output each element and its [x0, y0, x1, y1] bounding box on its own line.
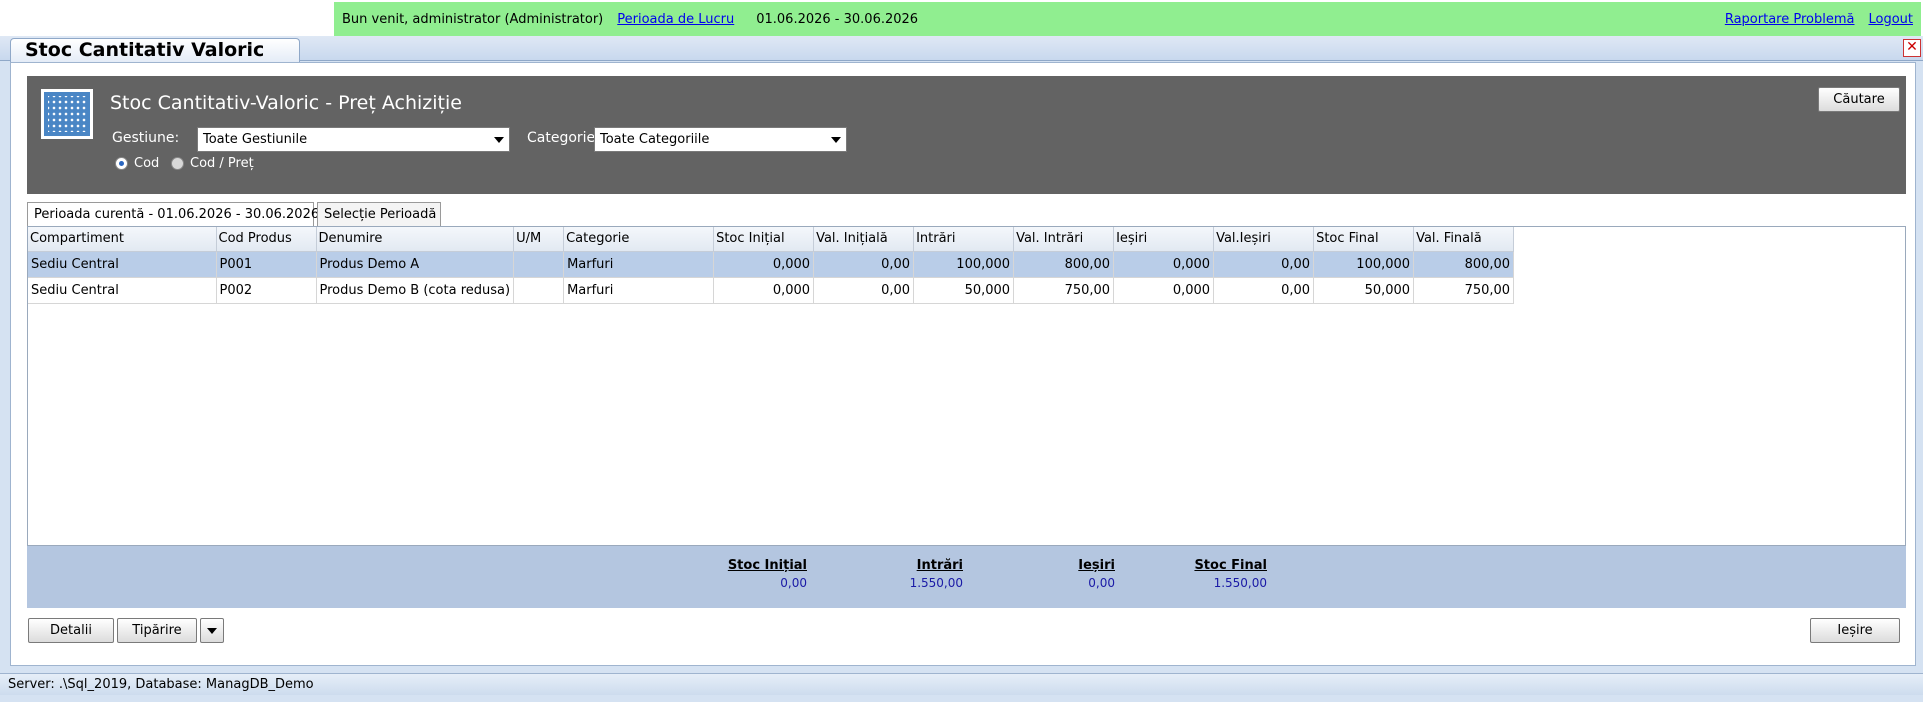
column-header[interactable]: Cod Produs	[216, 227, 317, 252]
cell-iesiri: 0,000	[1113, 251, 1215, 278]
total-iesiri: Ieșiri 0,00	[1015, 558, 1115, 590]
cell-val-initiala: 0,00	[813, 251, 915, 278]
radio-cod-pret-label: Cod / Preț	[190, 156, 254, 171]
stock-table: Compartiment Cod Produs Denumire U/M Cat…	[28, 227, 1515, 304]
cell-stoc-initial: 0,000	[713, 251, 815, 278]
gestiune-label: Gestiune:	[112, 130, 180, 146]
column-header[interactable]: Compartiment	[28, 227, 217, 252]
cell-cod-produs: P002	[216, 277, 317, 304]
window-tab-strip: Stoc Cantitativ Valoric ✕	[0, 36, 1923, 62]
column-header[interactable]: Val. Finală	[1413, 227, 1515, 252]
column-header[interactable]: Ieșiri	[1113, 227, 1215, 252]
cell-val-intrari: 750,00	[1013, 277, 1115, 304]
cell-um	[513, 277, 565, 304]
total-stoc-initial: Stoc Inițial 0,00	[707, 558, 807, 590]
cell-val-finala: 800,00	[1413, 251, 1515, 278]
total-intrari-label: Intrări	[916, 558, 963, 573]
chevron-down-icon	[494, 137, 504, 143]
logout-link[interactable]: Logout	[1868, 12, 1913, 27]
cell-categorie: Marfuri	[563, 251, 715, 278]
total-intrari: Intrări 1.550,00	[863, 558, 963, 590]
stock-grid[interactable]: Compartiment Cod Produs Denumire U/M Cat…	[27, 226, 1906, 546]
column-header[interactable]: Val. Inițială	[813, 227, 915, 252]
cell-val-iesiri: 0,00	[1213, 277, 1315, 304]
column-header[interactable]: Stoc Inițial	[713, 227, 815, 252]
cell-categorie: Marfuri	[563, 277, 715, 304]
cell-intrari: 100,000	[913, 251, 1015, 278]
cell-intrari: 50,000	[913, 277, 1015, 304]
cell-stoc-initial: 0,000	[713, 277, 815, 304]
total-stoc-final: Stoc Final 1.550,00	[1157, 558, 1267, 590]
grid-report-icon	[41, 89, 93, 139]
cell-compartiment: Sediu Central	[28, 277, 217, 304]
cell-cod-produs: P001	[216, 251, 317, 278]
total-stoc-initial-label: Stoc Inițial	[727, 558, 807, 573]
gestiune-select[interactable]: Toate Gestiunile	[197, 127, 510, 152]
content-area: Stoc Cantitativ-Valoric - Preț Achiziție…	[10, 62, 1916, 666]
table-row[interactable]: Sediu Central P002 Produs Demo B (cota r…	[28, 277, 1515, 304]
working-period-link[interactable]: Perioada de Lucru	[617, 12, 734, 27]
table-row[interactable]: Sediu Central P001 Produs Demo A Marfuri…	[28, 251, 1515, 278]
cell-stoc-final: 50,000	[1313, 277, 1415, 304]
window-tab-stoc[interactable]: Stoc Cantitativ Valoric	[10, 38, 300, 62]
cell-um	[513, 251, 565, 278]
total-iesiri-value: 0,00	[1088, 576, 1115, 590]
total-stoc-initial-value: 0,00	[780, 576, 807, 590]
cell-val-finala: 750,00	[1413, 277, 1515, 304]
cell-compartiment: Sediu Central	[28, 251, 217, 278]
page-title: Stoc Cantitativ-Valoric - Preț Achiziție	[110, 92, 462, 114]
working-period-range: 01.06.2026 - 30.06.2026	[756, 11, 919, 27]
column-header[interactable]: U/M	[513, 227, 565, 252]
column-header[interactable]: Intrări	[913, 227, 1015, 252]
cell-denumire: Produs Demo A	[316, 251, 515, 278]
top-right-links: Raportare Problemă Logout	[1725, 12, 1921, 27]
radio-cod[interactable]: Cod	[115, 156, 159, 171]
column-header[interactable]: Val.Ieșiri	[1213, 227, 1315, 252]
categorie-label: Categorie:	[527, 130, 600, 146]
totals-band: Stoc Inițial 0,00 Intrări 1.550,00 Ieșir…	[27, 546, 1906, 608]
cell-val-initiala: 0,00	[813, 277, 915, 304]
column-header[interactable]: Stoc Final	[1313, 227, 1415, 252]
cell-stoc-final: 100,000	[1313, 251, 1415, 278]
categorie-select-value: Toate Categoriile	[600, 132, 710, 147]
chevron-down-icon	[207, 627, 217, 634]
status-bar: Server: .\Sql_2019, Database: ManagDB_De…	[0, 673, 1923, 695]
details-button[interactable]: Detalii	[28, 618, 114, 643]
cell-iesiri: 0,000	[1113, 277, 1215, 304]
column-header[interactable]: Categorie	[563, 227, 715, 252]
print-options-dropdown[interactable]	[200, 618, 224, 643]
tab-select-period[interactable]: Selecție Perioadă	[317, 202, 441, 226]
total-stoc-final-label: Stoc Final	[1194, 558, 1267, 573]
print-button[interactable]: Tipărire	[117, 618, 197, 643]
cell-val-intrari: 800,00	[1013, 251, 1115, 278]
report-problem-link[interactable]: Raportare Problemă	[1725, 12, 1855, 27]
cell-val-iesiri: 0,00	[1213, 251, 1315, 278]
total-stoc-final-value: 1.550,00	[1213, 576, 1267, 590]
total-iesiri-label: Ieșiri	[1078, 558, 1115, 573]
close-icon[interactable]: ✕	[1903, 39, 1921, 57]
total-intrari-value: 1.550,00	[909, 576, 963, 590]
radio-cod-pret-indicator[interactable]	[171, 157, 184, 170]
radio-cod-pret[interactable]: Cod / Preț	[171, 156, 254, 171]
column-header[interactable]: Denumire	[316, 227, 515, 252]
gestiune-select-value: Toate Gestiunile	[203, 132, 308, 147]
filter-panel: Stoc Cantitativ-Valoric - Preț Achiziție…	[27, 76, 1906, 194]
session-bar: Bun venit, administrator (Administrator)…	[334, 2, 1921, 36]
categorie-select[interactable]: Toate Categoriile	[594, 127, 847, 152]
radio-cod-indicator[interactable]	[115, 157, 128, 170]
search-button[interactable]: Căutare	[1818, 87, 1900, 112]
chevron-down-icon	[831, 137, 841, 143]
cell-denumire: Produs Demo B (cota redusa)	[316, 277, 515, 304]
exit-button[interactable]: Ieșire	[1810, 618, 1900, 643]
table-header-row: Compartiment Cod Produs Denumire U/M Cat…	[28, 227, 1515, 252]
tab-current-period[interactable]: Perioada curentă - 01.06.2026 - 30.06.20…	[27, 202, 319, 227]
welcome-text: Bun venit, administrator (Administrator)	[342, 11, 604, 27]
top-bar: Bun venit, administrator (Administrator)…	[0, 0, 1923, 36]
radio-cod-label: Cod	[134, 156, 160, 171]
column-header[interactable]: Val. Intrări	[1013, 227, 1115, 252]
